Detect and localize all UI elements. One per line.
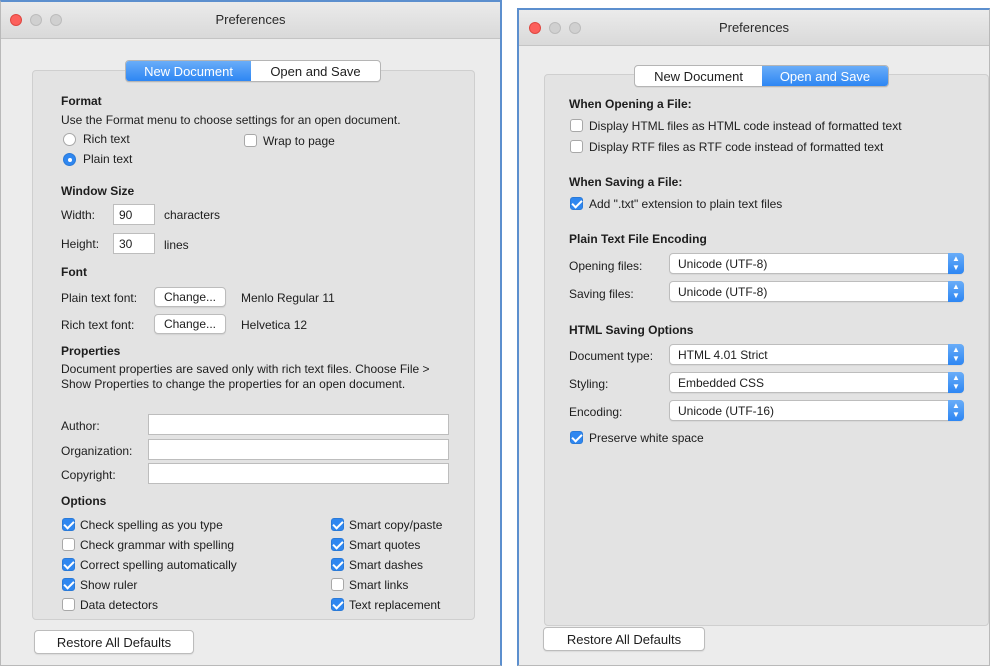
when-saving-header: When Saving a File: xyxy=(569,175,683,189)
plain-text-font-change-button[interactable]: Change... xyxy=(154,287,226,307)
styling-value: Embedded CSS xyxy=(678,376,765,390)
tab-open-and-save[interactable]: Open and Save xyxy=(251,61,380,81)
height-unit: lines xyxy=(164,238,189,252)
add-txt-extension-checkbox[interactable] xyxy=(570,197,583,210)
saving-files-popup[interactable]: Unicode (UTF-8) ▲ ▼ xyxy=(669,281,964,302)
options-header: Options xyxy=(61,494,107,508)
height-field[interactable] xyxy=(113,233,155,254)
tab-new-document[interactable]: New Document xyxy=(126,61,251,81)
preferences-window-open-and-save: Preferences New Document Open and Save W… xyxy=(517,8,990,666)
plain-text-font-value: Menlo Regular 11 xyxy=(241,291,335,305)
window-title: Preferences xyxy=(718,20,790,35)
plain-text-label: Plain text xyxy=(83,152,133,166)
document-type-popup[interactable]: HTML 4.01 Strict ▲ ▼ xyxy=(669,344,964,365)
window-title: Preferences xyxy=(215,12,286,27)
title-bar[interactable]: Preferences xyxy=(519,10,989,46)
html-encoding-value: Unicode (UTF-16) xyxy=(678,404,775,418)
wrap-to-page-label: Wrap to page xyxy=(263,134,335,148)
author-field[interactable] xyxy=(148,414,449,435)
updown-arrows-icon: ▲ ▼ xyxy=(948,372,964,393)
rich-text-font-value: Helvetica 12 xyxy=(241,318,308,332)
updown-arrows-icon: ▲ ▼ xyxy=(948,344,964,365)
width-field[interactable] xyxy=(113,204,155,225)
tab-bar: New Document Open and Save xyxy=(125,60,381,82)
restore-all-defaults-button[interactable]: Restore All Defaults xyxy=(34,630,194,654)
opening-files-popup[interactable]: Unicode (UTF-8) ▲ ▼ xyxy=(669,253,964,274)
display-html-checkbox[interactable] xyxy=(570,119,583,132)
check-grammar-label: Check grammar with spelling xyxy=(80,538,235,552)
styling-label: Styling: xyxy=(569,377,609,391)
preserve-white-space-checkbox[interactable] xyxy=(570,431,583,444)
font-header: Font xyxy=(61,265,87,279)
smart-dashes-checkbox[interactable] xyxy=(331,558,344,571)
opening-files-value: Unicode (UTF-8) xyxy=(678,257,768,271)
display-rtf-checkbox[interactable] xyxy=(570,140,583,153)
width-unit: characters xyxy=(164,208,221,222)
document-type-value: HTML 4.01 Strict xyxy=(678,348,768,362)
check-spelling-label: Check spelling as you type xyxy=(80,518,223,532)
organization-field[interactable] xyxy=(148,439,449,460)
plain-text-encoding-header: Plain Text File Encoding xyxy=(569,232,707,246)
properties-description: Document properties are saved only with … xyxy=(61,362,430,391)
styling-popup[interactable]: Embedded CSS ▲ ▼ xyxy=(669,372,964,393)
tab-bar: New Document Open and Save xyxy=(634,65,889,87)
copyright-field[interactable] xyxy=(148,463,449,484)
title-bar[interactable]: Preferences xyxy=(1,2,500,39)
updown-arrows-icon: ▲ ▼ xyxy=(948,253,964,274)
copyright-label: Copyright: xyxy=(61,468,116,482)
updown-arrows-icon: ▲ ▼ xyxy=(948,400,964,421)
rich-text-font-label: Rich text font: xyxy=(61,318,135,332)
document-type-label: Document type: xyxy=(569,349,654,363)
tab-new-document[interactable]: New Document xyxy=(635,66,762,86)
correct-spelling-label: Correct spelling automatically xyxy=(80,558,237,572)
height-label: Height: xyxy=(61,237,100,251)
text-replacement-label: Text replacement xyxy=(349,598,441,612)
html-encoding-label: Encoding: xyxy=(569,405,623,419)
html-saving-options-header: HTML Saving Options xyxy=(569,323,694,337)
tab-open-and-save[interactable]: Open and Save xyxy=(762,66,888,86)
restore-all-defaults-button[interactable]: Restore All Defaults xyxy=(543,627,705,651)
plain-text-radio[interactable] xyxy=(63,153,76,166)
opening-files-label: Opening files: xyxy=(569,259,643,273)
width-label: Width: xyxy=(61,208,96,222)
smart-quotes-checkbox[interactable] xyxy=(331,538,344,551)
when-opening-header: When Opening a File: xyxy=(569,97,692,111)
saving-files-value: Unicode (UTF-8) xyxy=(678,285,768,299)
saving-files-label: Saving files: xyxy=(569,287,634,301)
smart-quotes-label: Smart quotes xyxy=(349,538,421,552)
window-size-header: Window Size xyxy=(61,184,135,198)
show-ruler-checkbox[interactable] xyxy=(62,578,75,591)
rich-text-label: Rich text xyxy=(83,132,130,146)
check-grammar-checkbox[interactable] xyxy=(62,538,75,551)
text-replacement-checkbox[interactable] xyxy=(331,598,344,611)
preferences-window-new-document: Preferences New Document Open and Save F… xyxy=(0,0,502,666)
check-spelling-checkbox[interactable] xyxy=(62,518,75,531)
display-rtf-label: Display RTF files as RTF code instead of… xyxy=(589,140,884,154)
data-detectors-checkbox[interactable] xyxy=(62,598,75,611)
display-html-label: Display HTML files as HTML code instead … xyxy=(589,119,902,133)
rich-text-radio[interactable] xyxy=(63,133,76,146)
smart-copy-paste-label: Smart copy/paste xyxy=(349,518,443,532)
author-label: Author: xyxy=(61,419,100,433)
data-detectors-label: Data detectors xyxy=(80,598,159,612)
properties-header: Properties xyxy=(61,344,121,358)
correct-spelling-checkbox[interactable] xyxy=(62,558,75,571)
smart-copy-paste-checkbox[interactable] xyxy=(331,518,344,531)
smart-links-label: Smart links xyxy=(349,578,409,592)
wrap-to-page-checkbox[interactable] xyxy=(244,134,257,147)
organization-label: Organization: xyxy=(61,444,133,458)
smart-links-checkbox[interactable] xyxy=(331,578,344,591)
add-txt-extension-label: Add ".txt" extension to plain text files xyxy=(589,197,783,211)
updown-arrows-icon: ▲ ▼ xyxy=(948,281,964,302)
rich-text-font-change-button[interactable]: Change... xyxy=(154,314,226,334)
html-encoding-popup[interactable]: Unicode (UTF-16) ▲ ▼ xyxy=(669,400,964,421)
preserve-white-space-label: Preserve white space xyxy=(589,431,704,445)
format-description: Use the Format menu to choose settings f… xyxy=(61,113,401,127)
show-ruler-label: Show ruler xyxy=(80,578,138,592)
plain-text-font-label: Plain text font: xyxy=(61,291,138,305)
format-header: Format xyxy=(61,94,102,108)
smart-dashes-label: Smart dashes xyxy=(349,558,424,572)
